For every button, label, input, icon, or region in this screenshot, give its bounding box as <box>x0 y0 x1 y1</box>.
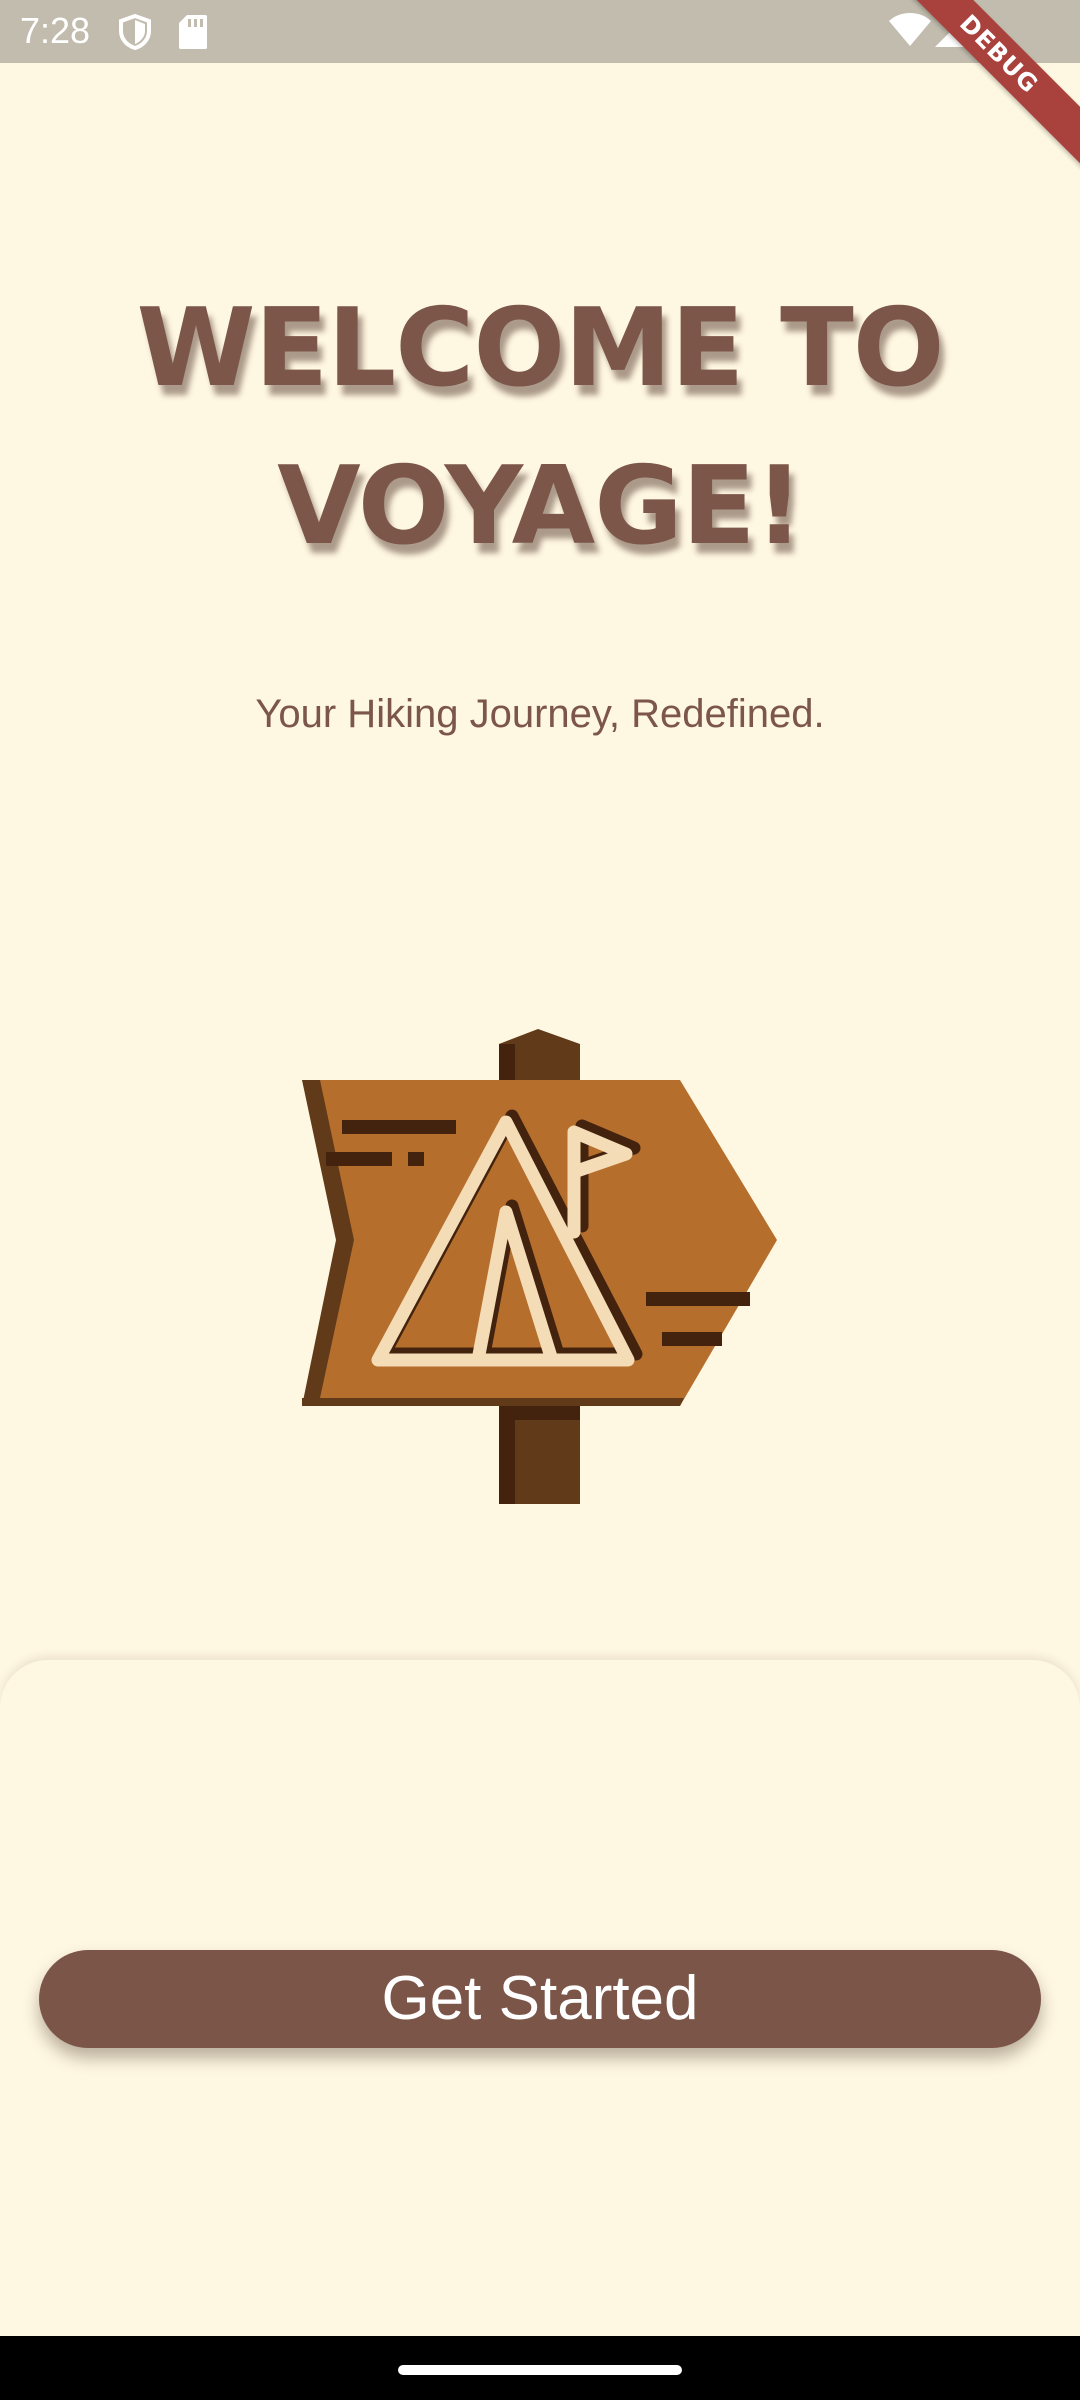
status-time: 7:28 <box>20 10 91 51</box>
welcome-title-line1: WELCOME TO <box>136 286 944 411</box>
wifi-icon <box>889 13 931 46</box>
welcome-title-line2: VOYAGE! <box>277 444 804 569</box>
status-bar: 7:28 <box>0 0 1080 63</box>
navigation-bar <box>0 2336 1080 2400</box>
get-started-button[interactable]: Get Started <box>39 1950 1041 2048</box>
home-indicator[interactable] <box>398 2365 682 2375</box>
signpost-tent-icon <box>302 1029 777 1504</box>
welcome-title: WELCOME TO VOYAGE! <box>0 270 1080 586</box>
welcome-screen: 7:28 DEBUG WELCOME TO VOYAGE! Your Hikin… <box>0 0 1080 2400</box>
shield-icon <box>119 14 151 50</box>
welcome-subtitle: Your Hiking Journey, Redefined. <box>255 692 825 736</box>
bottom-sheet: Get Started <box>0 1660 1080 2340</box>
sd-card-icon <box>179 15 207 49</box>
